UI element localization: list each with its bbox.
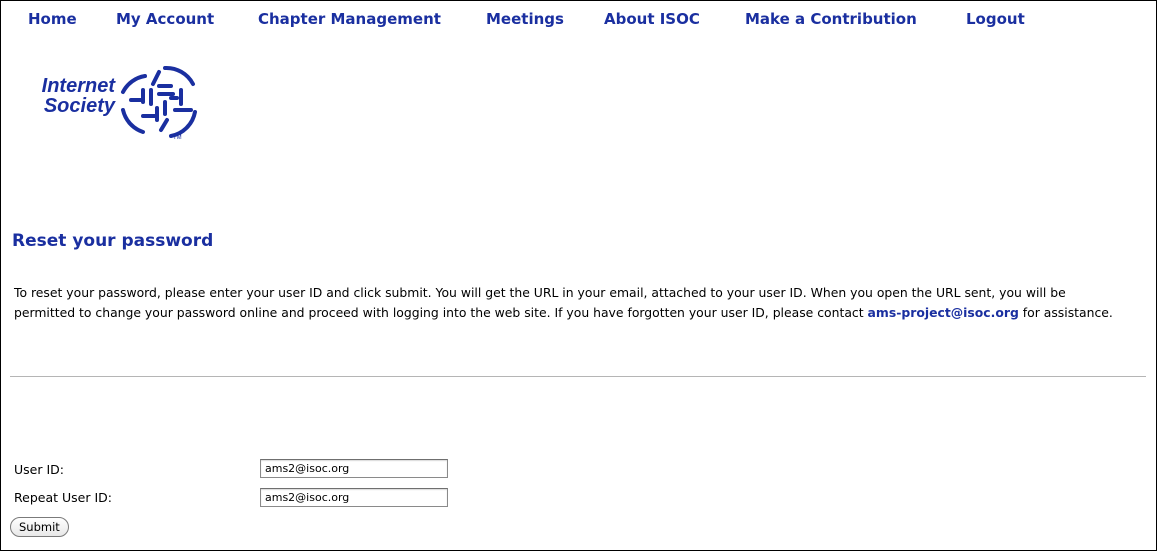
internet-society-logo-graphic: Internet Society TM bbox=[42, 65, 197, 141]
submit-button[interactable]: Submit bbox=[10, 517, 69, 537]
trademark-mark: TM bbox=[173, 135, 182, 140]
user-id-input[interactable] bbox=[260, 459, 448, 478]
nav-meetings-link[interactable]: Meetings bbox=[486, 10, 564, 28]
nav-make-contribution-link[interactable]: Make a Contribution bbox=[745, 10, 917, 28]
user-id-label: User ID: bbox=[14, 462, 64, 477]
nav-home-link[interactable]: Home bbox=[28, 10, 77, 28]
nav-chapter-management-link[interactable]: Chapter Management bbox=[258, 10, 441, 28]
internet-society-logo[interactable]: Internet Society TM bbox=[31, 50, 221, 141]
nav-about-isoc-link[interactable]: About ISOC bbox=[604, 10, 700, 28]
logo-line2: Society bbox=[44, 95, 116, 117]
logo-line1: Internet bbox=[42, 75, 117, 97]
instructions-text-after: for assistance. bbox=[1018, 305, 1113, 320]
page-title: Reset your password bbox=[12, 231, 214, 251]
nav-logout-link[interactable]: Logout bbox=[966, 10, 1025, 28]
nav-my-account-link[interactable]: My Account bbox=[116, 10, 214, 28]
repeat-user-id-input[interactable] bbox=[260, 488, 448, 507]
instructions-text: To reset your password, please enter you… bbox=[14, 283, 1129, 323]
support-email-link[interactable]: ams-project@isoc.org bbox=[868, 305, 1019, 320]
repeat-user-id-label: Repeat User ID: bbox=[14, 490, 112, 505]
section-divider bbox=[10, 376, 1146, 377]
globe-icon bbox=[121, 65, 197, 138]
top-navigation: Home My Account Chapter Management Meeti… bbox=[0, 10, 1140, 32]
